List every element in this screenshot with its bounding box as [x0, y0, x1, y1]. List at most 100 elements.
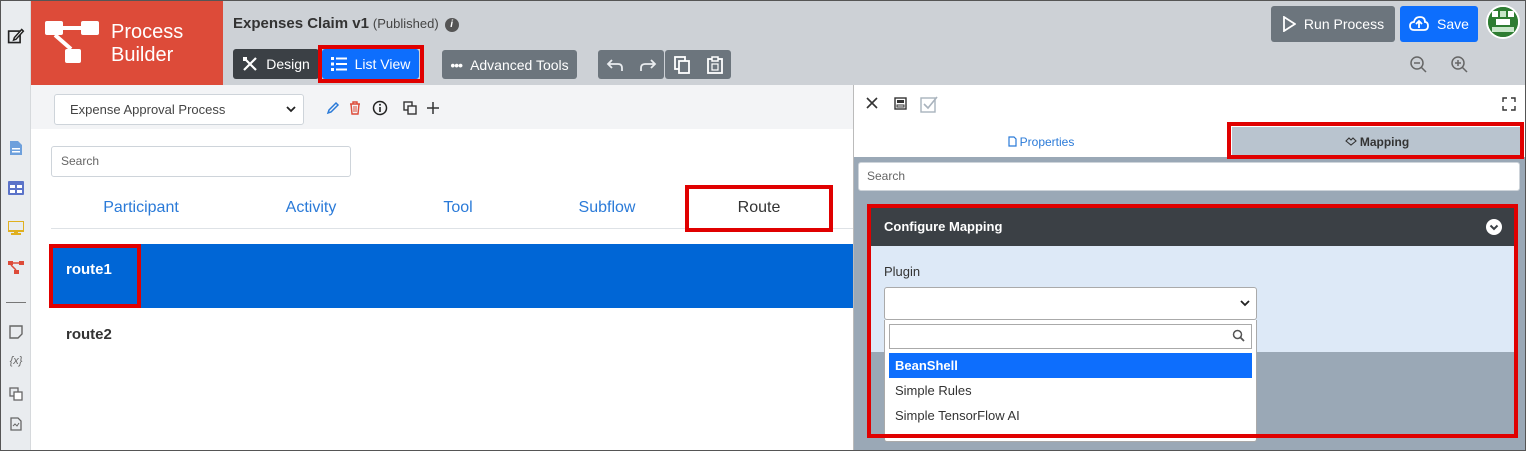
run-process-button[interactable]: Run Process	[1271, 6, 1395, 42]
plugin-dropdown-search[interactable]	[889, 324, 1252, 349]
configure-mapping-title: Configure Mapping	[884, 219, 1003, 234]
pencil-icon	[326, 101, 340, 115]
play-icon	[1283, 16, 1296, 32]
panel-search-input[interactable]: Search	[858, 162, 1520, 191]
zoom-out-icon	[1410, 56, 1427, 73]
user-avatar-icon	[1488, 7, 1518, 37]
plugin-label: Plugin	[884, 264, 921, 279]
copy-paste-group	[665, 50, 731, 79]
paste-icon	[706, 55, 723, 74]
tab-route[interactable]: Route	[688, 185, 830, 229]
tab-participant[interactable]: Participant	[51, 185, 231, 229]
app-title: Expenses Claim v1 (Published) i	[233, 15, 459, 32]
expand-icon[interactable]	[1502, 97, 1516, 114]
info-circle-icon	[372, 100, 388, 116]
info-icon[interactable]: i	[444, 18, 459, 32]
design-button[interactable]: Design	[233, 49, 319, 79]
plugin-option-simple-tensorflow-ai[interactable]: Simple TensorFlow AI	[889, 403, 1252, 428]
undo-button[interactable]	[598, 50, 631, 79]
plugin-option-simple-rules[interactable]: Simple Rules	[889, 378, 1252, 403]
add-process-button[interactable]	[424, 99, 442, 117]
edit-process-button[interactable]	[324, 99, 342, 117]
properties-panel: Properties Mapping Search Configure Mapp…	[853, 85, 1526, 450]
save-label: Save	[1437, 16, 1469, 32]
more-dots-icon: •••	[450, 56, 463, 73]
plugin-select[interactable]	[884, 287, 1257, 320]
list-view-button[interactable]: List View	[322, 49, 419, 79]
configure-mapping-section: Configure Mapping Plugin BeanShell Simpl…	[868, 208, 1514, 442]
tab-properties-label: Properties	[1019, 135, 1075, 149]
advanced-tools-button[interactable]: ••• Advanced Tools	[442, 50, 577, 79]
redo-button[interactable]	[631, 50, 664, 79]
handshake-icon	[1345, 137, 1357, 146]
zoom-out-button[interactable]	[1408, 54, 1428, 74]
redo-icon	[639, 58, 656, 71]
app-logo[interactable]: Process Builder	[31, 1, 223, 85]
logo-text-line2: Builder	[111, 44, 174, 66]
process-select-value: Expense Approval Process	[70, 102, 226, 117]
note-icon[interactable]	[7, 323, 25, 341]
process-info-button[interactable]	[371, 99, 389, 117]
copy-button[interactable]	[665, 50, 698, 79]
variable-icon[interactable]: {x}	[7, 352, 25, 370]
logo-text-line1: Process	[111, 21, 184, 43]
list-item-route1[interactable]: route1	[51, 244, 853, 308]
document-icon	[1008, 136, 1017, 147]
app-status: (Published)	[372, 16, 439, 31]
datalist-icon[interactable]	[7, 179, 25, 197]
tab-subflow[interactable]: Subflow	[517, 185, 697, 229]
chevron-down-icon	[285, 95, 297, 135]
process-select[interactable]: Expense Approval Process	[54, 94, 304, 125]
tab-properties[interactable]: Properties	[854, 127, 1228, 157]
rail-divider	[6, 302, 26, 303]
process-icon[interactable]	[7, 259, 25, 277]
element-type-tabs: Participant Activity Tool Subflow Route	[51, 185, 853, 229]
design-tools-icon	[243, 57, 257, 71]
duplicate-process-button[interactable]	[401, 99, 419, 117]
process-toolbar: Expense Approval Process	[31, 85, 853, 129]
design-label: Design	[266, 56, 310, 72]
avatar[interactable]	[1486, 5, 1520, 39]
list-item-label: route1	[66, 261, 112, 278]
plugin-option-beanshell[interactable]: BeanShell	[889, 353, 1252, 378]
zoom-in-button[interactable]	[1449, 54, 1469, 74]
element-search-input[interactable]: Search	[51, 146, 351, 177]
zoom-in-icon	[1451, 56, 1468, 73]
undo-icon	[606, 58, 623, 71]
list-item-label: route2	[66, 326, 112, 343]
undo-redo-group	[598, 50, 664, 79]
cloud-upload-icon	[1409, 16, 1429, 31]
form-icon[interactable]	[7, 139, 25, 157]
edit-icon[interactable]	[7, 27, 25, 45]
save-button[interactable]: Save	[1400, 6, 1478, 42]
left-rail: {x}	[1, 1, 31, 450]
configure-mapping-body: Plugin BeanShell Simple Rules Simple Ten…	[868, 246, 1514, 442]
chevron-down-icon	[1239, 296, 1251, 313]
app-title-text: Expenses Claim v1	[233, 15, 369, 32]
userview-icon[interactable]	[7, 219, 25, 237]
duplicate-icon	[403, 101, 417, 115]
trash-icon	[350, 101, 360, 115]
list-view-main: Expense Approval Process Search Particip…	[31, 85, 853, 450]
list-item-route2[interactable]: route2	[51, 308, 853, 362]
list-icon	[330, 57, 347, 71]
tab-mapping-label: Mapping	[1359, 135, 1410, 149]
close-icon[interactable]	[866, 97, 878, 112]
panel-header: Properties Mapping	[854, 85, 1526, 157]
save-panel-icon[interactable]	[894, 97, 907, 113]
run-process-label: Run Process	[1303, 16, 1385, 32]
tab-mapping[interactable]: Mapping	[1232, 127, 1522, 157]
delete-process-button[interactable]	[346, 99, 364, 117]
file-icon[interactable]	[7, 415, 25, 433]
list-view-label: List View	[354, 56, 411, 72]
check-icon[interactable]	[920, 95, 938, 116]
collapse-chevron-icon[interactable]	[1486, 219, 1502, 235]
advanced-tools-label: Advanced Tools	[470, 56, 569, 73]
search-icon	[1232, 329, 1245, 345]
process-builder-logo-icon	[45, 21, 99, 63]
paste-button[interactable]	[698, 50, 731, 79]
translate-icon[interactable]	[7, 385, 25, 403]
copy-icon	[673, 55, 690, 74]
plus-icon	[427, 102, 439, 114]
configure-mapping-header[interactable]: Configure Mapping	[868, 208, 1514, 246]
